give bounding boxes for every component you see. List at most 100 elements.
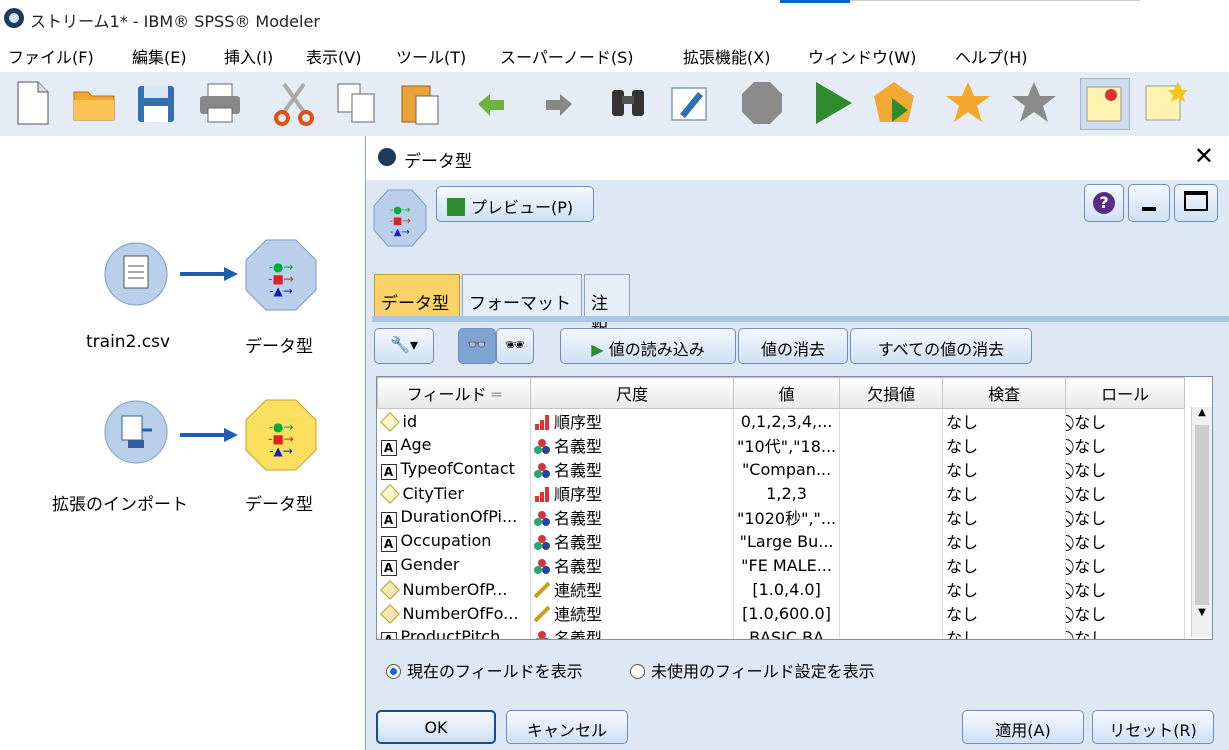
- check-cell[interactable]: なし: [942, 505, 1067, 529]
- table-scrollbar[interactable]: ▲ ▼: [1191, 407, 1212, 637]
- menu-help[interactable]: ヘルプ(H): [955, 44, 1028, 68]
- undo-icon[interactable]: [470, 78, 518, 128]
- star-add-icon[interactable]: [1010, 78, 1058, 128]
- edit-icon[interactable]: [666, 78, 714, 128]
- reset-button[interactable]: リセット(R): [1092, 710, 1214, 744]
- measure-cell[interactable]: 名義型: [530, 505, 734, 529]
- clear-values-button[interactable]: 値の消去: [738, 328, 848, 364]
- cancel-button[interactable]: キャンセル: [506, 710, 628, 744]
- values-cell[interactable]: "1020秒","...: [733, 505, 841, 529]
- radio-unused-fields[interactable]: 未使用のフィールド設定を表示: [630, 658, 875, 682]
- table-row[interactable]: id順序型0,1,2,3,4,... なし⃠ なし: [377, 408, 1186, 433]
- values-cell[interactable]: 0,1,2,3,4,...: [733, 408, 841, 433]
- missing-cell[interactable]: [839, 481, 944, 505]
- role-cell[interactable]: ⃠ なし: [1065, 577, 1186, 601]
- check-cell[interactable]: なし: [942, 577, 1067, 601]
- table-row[interactable]: AAge名義型"10代","18... なし⃠ なし: [377, 433, 1186, 457]
- redo-icon[interactable]: [532, 78, 580, 128]
- table-row[interactable]: AOccupation名義型"Large Bu... なし⃠ なし: [377, 529, 1186, 553]
- missing-cell[interactable]: [839, 505, 944, 529]
- table-row[interactable]: ATypeofContact名義型"Compan... なし⃠ なし: [377, 457, 1186, 481]
- measure-cell[interactable]: 名義型: [530, 433, 734, 457]
- save-icon[interactable]: [132, 78, 180, 128]
- csv-source-node[interactable]: [104, 242, 168, 306]
- role-cell[interactable]: ⃠ なし: [1065, 601, 1186, 625]
- check-cell[interactable]: なし: [942, 408, 1067, 433]
- values-cell[interactable]: "FE MALE...: [733, 553, 841, 577]
- missing-cell[interactable]: [839, 529, 944, 553]
- measure-cell[interactable]: 名義型: [530, 529, 734, 553]
- role-cell[interactable]: ⃠ なし: [1065, 457, 1186, 481]
- field-cell[interactable]: A ProductPitch: [377, 625, 531, 639]
- role-cell[interactable]: ⃠ なし: [1065, 553, 1186, 577]
- field-cell[interactable]: A TypeofContact: [377, 457, 531, 481]
- check-cell[interactable]: なし: [942, 457, 1067, 481]
- role-cell[interactable]: ⃠ なし: [1065, 433, 1186, 457]
- menu-insert[interactable]: 挿入(I): [224, 44, 273, 68]
- measure-cell[interactable]: 連続型: [530, 577, 734, 601]
- field-cell[interactable]: NumberOfFo...: [377, 601, 531, 625]
- check-cell[interactable]: なし: [942, 433, 1067, 457]
- measure-cell[interactable]: 順序型: [530, 408, 734, 433]
- preview-button[interactable]: プレビュー(P): [436, 186, 594, 222]
- role-cell[interactable]: ⃠ なし: [1065, 625, 1186, 639]
- col-missing[interactable]: 欠損値: [839, 377, 944, 409]
- table-row[interactable]: CityTier順序型1,2,3 なし⃠ なし: [377, 481, 1186, 505]
- help-button[interactable]: ?: [1084, 184, 1124, 222]
- role-cell[interactable]: ⃠ なし: [1065, 481, 1186, 505]
- run-selection-icon[interactable]: [870, 78, 918, 128]
- paste-icon[interactable]: [396, 78, 444, 128]
- measure-cell[interactable]: 連続型: [530, 601, 734, 625]
- missing-cell[interactable]: [839, 553, 944, 577]
- col-measure[interactable]: 尺度: [530, 377, 734, 409]
- field-types-table[interactable]: フィールド ═ 尺度 値 欠損値 検査 ロール id 順序型 0,1,2,3,4,.…: [376, 376, 1213, 640]
- values-cell[interactable]: "10代","18...: [733, 433, 841, 457]
- field-cell[interactable]: A Gender: [377, 553, 531, 577]
- tools-dropdown[interactable]: 🔧▾: [374, 328, 434, 364]
- table-row[interactable]: NumberOfP...連続型[1.0,4.0] なし⃠ なし: [377, 577, 1186, 601]
- copy-icon[interactable]: [332, 78, 380, 128]
- values-cell[interactable]: 1,2,3: [733, 481, 841, 505]
- check-cell[interactable]: なし: [942, 481, 1067, 505]
- maximize-button[interactable]: [1174, 184, 1218, 222]
- cut-icon[interactable]: [270, 78, 318, 128]
- col-role[interactable]: ロール: [1065, 377, 1186, 409]
- values-cell[interactable]: "Compan...: [733, 457, 841, 481]
- menu-extensions[interactable]: 拡張機能(X): [683, 44, 770, 68]
- menu-edit[interactable]: 編集(E): [132, 44, 187, 68]
- values-cell[interactable]: [1.0,4.0]: [733, 577, 841, 601]
- menu-tools[interactable]: ツール(T): [396, 44, 466, 68]
- type-node-2-selected[interactable]: -●→ -■→ -▲→: [244, 398, 318, 472]
- field-cell[interactable]: A DurationOfPi...: [377, 505, 531, 529]
- measure-cell[interactable]: 名義型: [530, 553, 734, 577]
- clear-all-values-button[interactable]: すべての値の消去: [850, 328, 1032, 364]
- radio-current-fields[interactable]: 現在のフィールドを表示: [386, 658, 583, 682]
- table-row[interactable]: ADurationOfPi...名義型"1020秒","... なし⃠ なし: [377, 505, 1186, 529]
- table-row[interactable]: AProductPitch名義型BASIC BA なし⃠ なし: [377, 625, 1186, 639]
- missing-cell[interactable]: [839, 601, 944, 625]
- missing-cell[interactable]: [839, 457, 944, 481]
- field-cell[interactable]: CityTier: [377, 481, 531, 505]
- print-icon[interactable]: [196, 78, 244, 128]
- check-cell[interactable]: なし: [942, 601, 1067, 625]
- ok-button[interactable]: OK: [376, 710, 496, 744]
- type-node-1[interactable]: -●→ -■→ -▲→: [244, 238, 318, 312]
- extension-import-node[interactable]: [104, 400, 168, 464]
- menu-view[interactable]: 表示(V): [306, 44, 361, 68]
- hide-values-toggle[interactable]: 🕶: [496, 328, 534, 364]
- values-cell[interactable]: [1.0,600.0]: [733, 601, 841, 625]
- missing-cell[interactable]: [839, 433, 944, 457]
- col-check[interactable]: 検査: [942, 377, 1067, 409]
- minimize-button[interactable]: [1128, 184, 1170, 222]
- stop-icon[interactable]: [738, 78, 786, 128]
- table-row[interactable]: AGender名義型"FE MALE... なし⃠ なし: [377, 553, 1186, 577]
- new-annotation-icon[interactable]: [1140, 78, 1188, 128]
- missing-cell[interactable]: [839, 577, 944, 601]
- col-values[interactable]: 値: [732, 377, 841, 409]
- check-cell[interactable]: なし: [942, 553, 1067, 577]
- measure-cell[interactable]: 名義型: [530, 457, 734, 481]
- check-cell[interactable]: なし: [942, 625, 1067, 639]
- field-cell[interactable]: A Occupation: [377, 529, 531, 553]
- menu-supernode[interactable]: スーパーノード(S): [500, 44, 634, 68]
- find-icon[interactable]: [604, 78, 652, 128]
